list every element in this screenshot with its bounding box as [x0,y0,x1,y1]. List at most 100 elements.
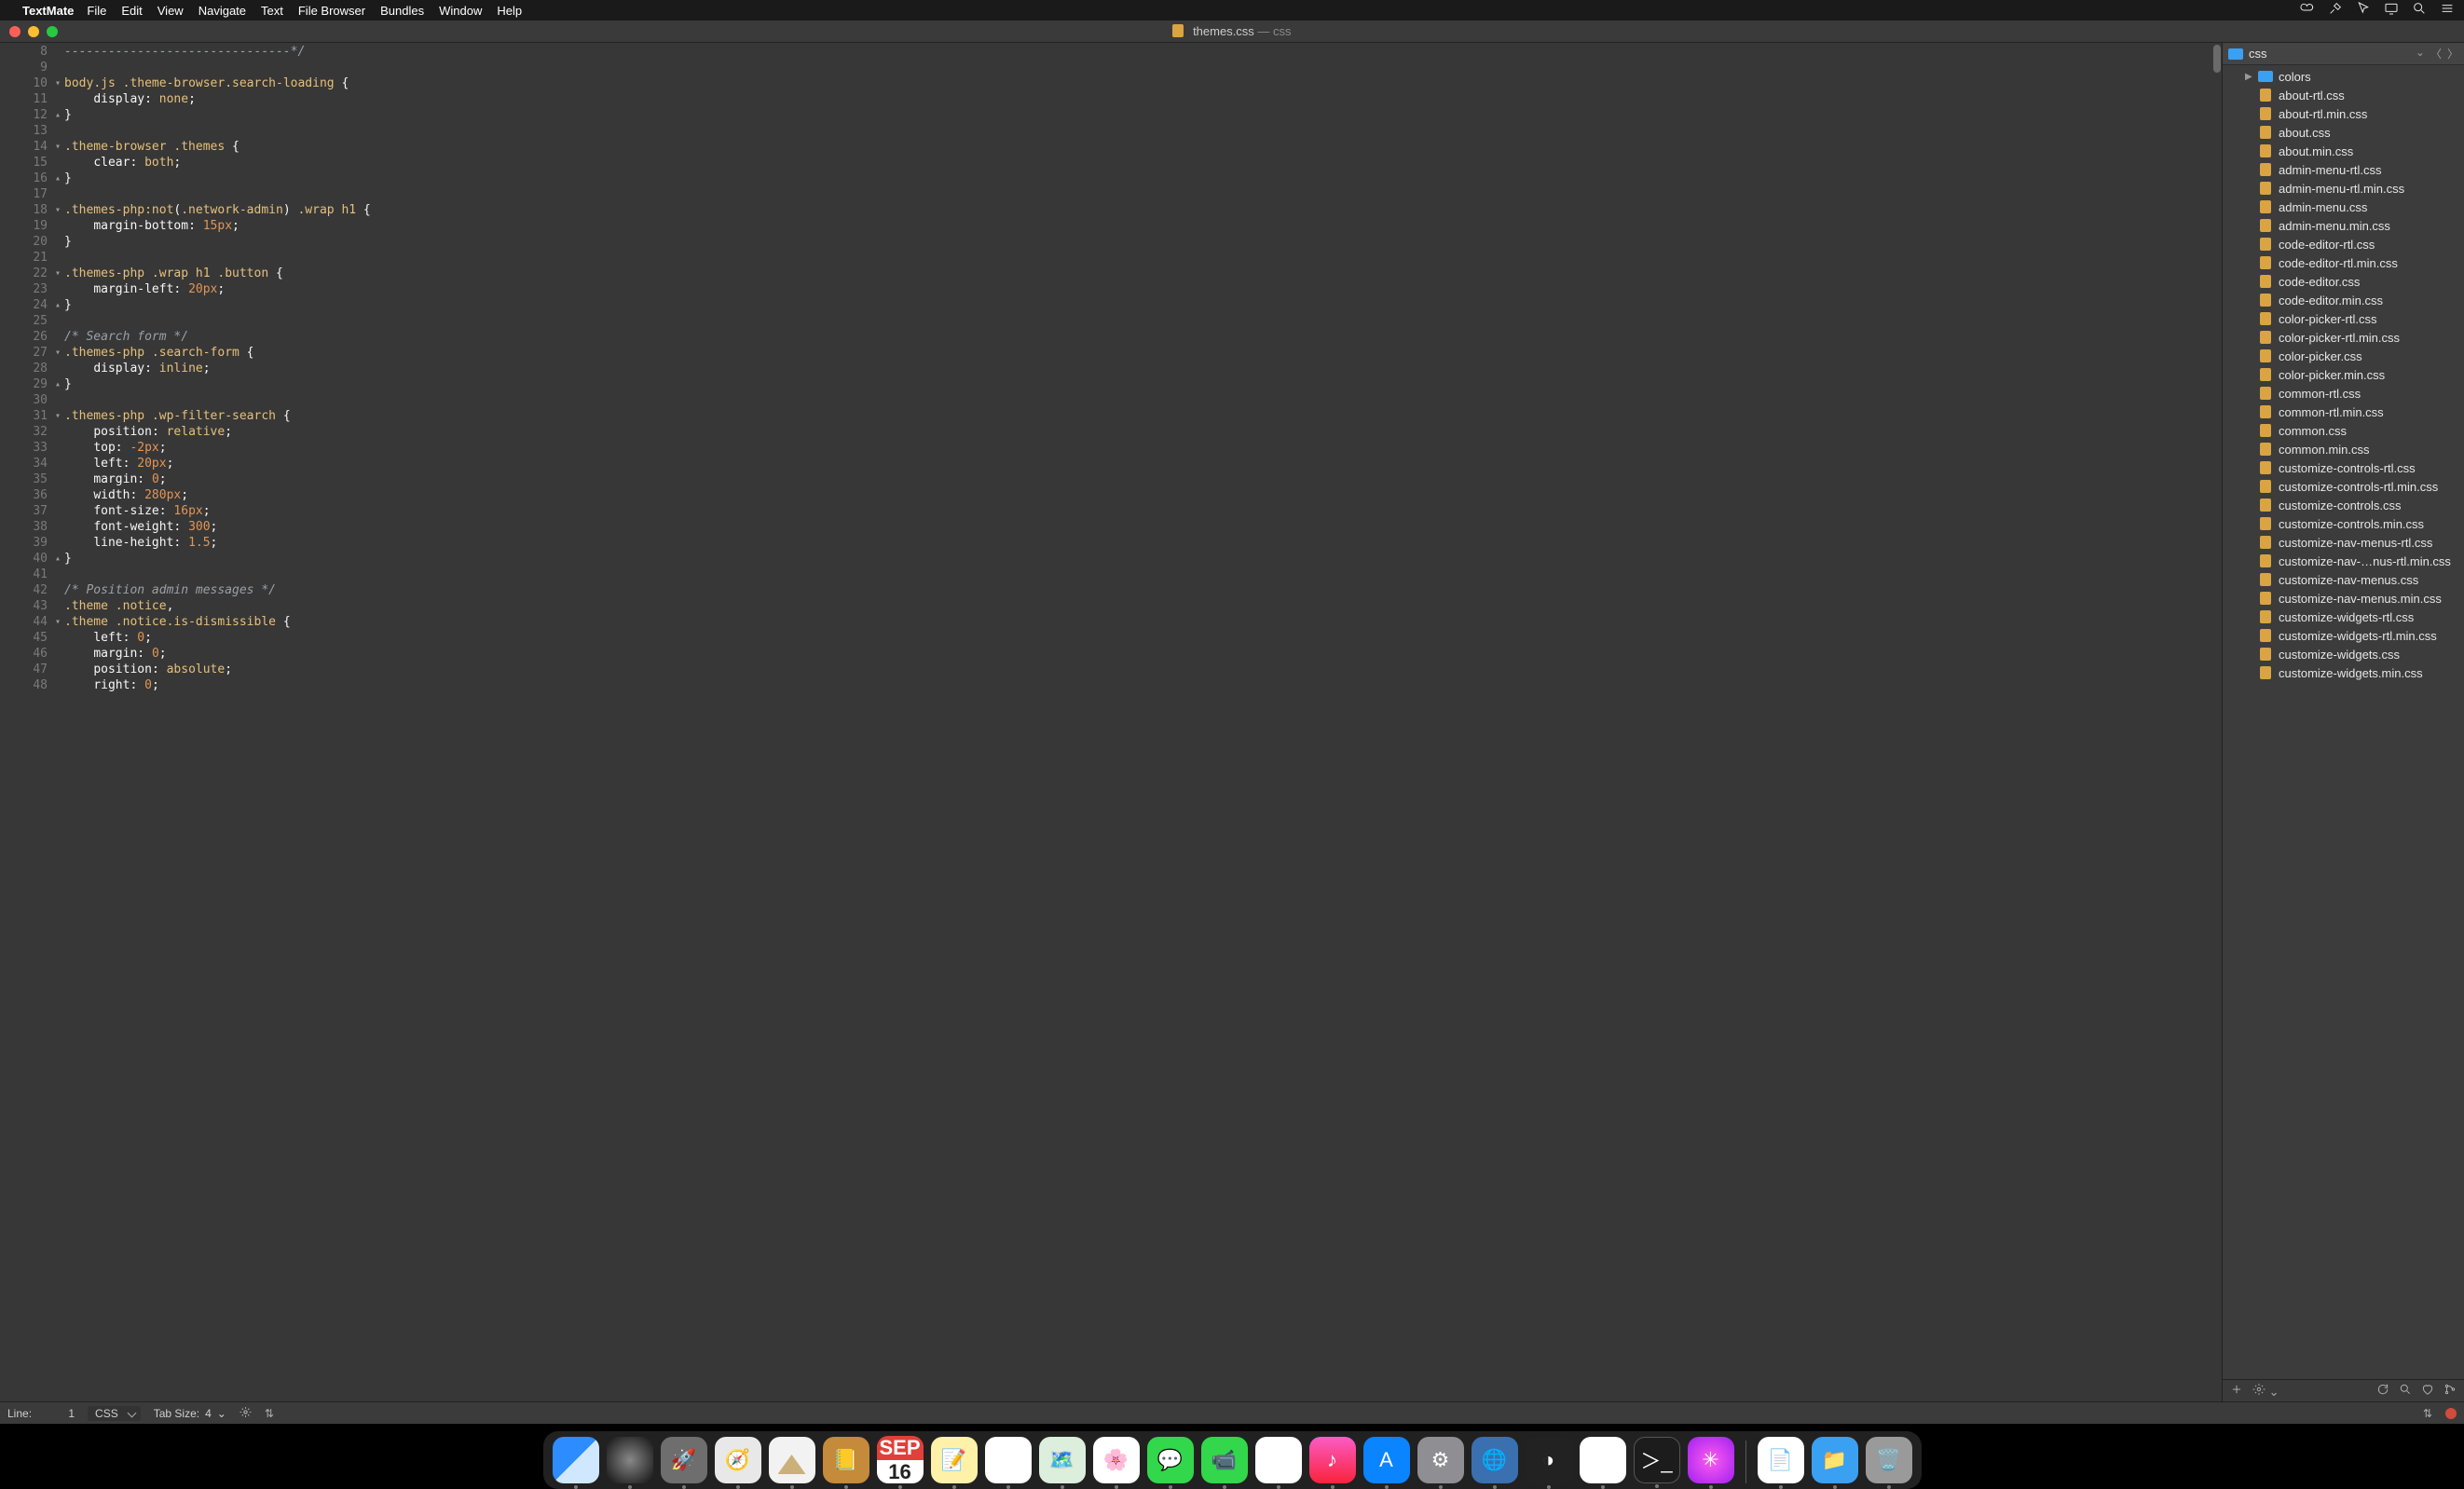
tree-file[interactable]: customize-widgets.min.css [2223,663,2464,682]
file-tree[interactable]: ▶colorsabout-rtl.cssabout-rtl.min.cssabo… [2223,65,2464,1379]
dock-finder[interactable] [553,1437,599,1483]
line-number[interactable]: 23 [0,281,51,297]
code-line[interactable]: display: none; [64,91,2212,107]
fold-toggle-icon[interactable]: ▴ [51,107,61,123]
code-line[interactable]: left: 0; [64,630,2212,646]
menu-help[interactable]: Help [497,4,522,18]
code-line[interactable]: } [64,376,2212,392]
nav-forward-icon[interactable]: 〉 [2447,46,2458,61]
line-number[interactable]: 15 [0,155,51,171]
code-line[interactable]: .theme .notice, [64,598,2212,614]
line-number[interactable]: 43 [0,598,51,614]
fold-toggle-icon[interactable]: ▴ [51,297,61,313]
line-number-gutter[interactable]: 8910▾1112▴1314▾1516▴1718▾19202122▾2324▴2… [0,43,51,1401]
code-line[interactable]: .themes-php .wrap h1 .button { [64,266,2212,281]
tree-file[interactable]: customize-controls-rtl.css [2223,458,2464,477]
line-number[interactable]: 13 [0,123,51,139]
line-number[interactable]: 31▾ [0,408,51,424]
tree-file[interactable]: admin-menu-rtl.min.css [2223,179,2464,198]
tree-file[interactable]: admin-menu.css [2223,198,2464,216]
code-line[interactable]: top: -2px; [64,440,2212,456]
fold-toggle-icon[interactable]: ▾ [51,614,61,630]
code-line[interactable]: -------------------------------*/ [64,44,2212,60]
code-line[interactable]: width: 280px; [64,487,2212,503]
tree-file[interactable]: customize-widgets-rtl.css [2223,608,2464,626]
line-number[interactable]: 33 [0,440,51,456]
fold-toggle-icon[interactable]: ▴ [51,171,61,186]
code-line[interactable] [64,392,2212,408]
menu-file-browser[interactable]: File Browser [298,4,365,18]
dock-terminal[interactable]: ＞_ [1634,1437,1680,1483]
fold-toggle-icon[interactable]: ▾ [51,202,61,218]
tree-file[interactable]: about-rtl.min.css [2223,104,2464,123]
fold-toggle-icon[interactable]: ▾ [51,345,61,361]
line-number[interactable]: 35 [0,471,51,487]
tool-icon[interactable] [2328,1,2343,20]
menu-view[interactable]: View [157,4,184,18]
line-number[interactable]: 28 [0,361,51,376]
tree-file[interactable]: color-picker-rtl.css [2223,309,2464,328]
code-line[interactable]: margin-left: 20px; [64,281,2212,297]
tree-file[interactable]: customize-nav-menus.min.css [2223,589,2464,608]
tree-file[interactable]: customize-controls-rtl.min.css [2223,477,2464,496]
tree-file[interactable]: common.css [2223,421,2464,440]
dock-app-dark[interactable]: ◑ [1526,1437,1572,1483]
tree-file[interactable]: color-picker-rtl.min.css [2223,328,2464,347]
dropdown-icon[interactable]: ⌄ [2416,46,2425,61]
code-line[interactable]: right: 0; [64,677,2212,693]
line-number[interactable]: 9 [0,60,51,75]
nav-back-icon[interactable]: 〈 [2430,46,2442,61]
tree-file[interactable]: common-rtl.css [2223,384,2464,403]
line-number[interactable]: 26 [0,329,51,345]
dock-app-knot[interactable]: ∞ [1580,1437,1626,1483]
bundle-gear-icon[interactable] [240,1406,252,1421]
screen-mirror-icon[interactable] [2384,1,2399,20]
fold-toggle-icon[interactable]: ▴ [51,376,61,392]
fold-toggle-icon[interactable]: ▾ [51,266,61,281]
dock-contacts[interactable]: 📒 [823,1437,869,1483]
tree-file[interactable]: admin-menu-rtl.css [2223,160,2464,179]
tree-file[interactable]: code-editor.min.css [2223,291,2464,309]
line-number[interactable]: 12▴ [0,107,51,123]
file-browser-header[interactable]: css ⌄ 〈 〉 [2223,43,2464,65]
window-titlebar[interactable]: themes.css — css [0,20,2464,43]
code-line[interactable] [64,567,2212,582]
tree-folder[interactable]: ▶colors [2223,67,2464,86]
line-number[interactable]: 11 [0,91,51,107]
tree-file[interactable]: common-rtl.min.css [2223,403,2464,421]
file-browser-root[interactable]: css [2249,47,2410,61]
menu-edit[interactable]: Edit [121,4,142,18]
line-number[interactable]: 16▴ [0,171,51,186]
chevron-down-icon[interactable]: ⌄ [217,1407,226,1420]
code-line[interactable]: margin: 0; [64,646,2212,662]
tree-file[interactable]: customize-nav-menus.css [2223,570,2464,589]
code-line[interactable]: /* Search form */ [64,329,2212,345]
code-line[interactable] [64,186,2212,202]
line-number[interactable]: 32 [0,424,51,440]
fold-toggle-icon[interactable]: ▾ [51,75,61,91]
tab-size[interactable]: Tab Size: 4 ⌄ [154,1407,226,1420]
dock-trash[interactable]: 🗑️ [1866,1437,1912,1483]
code-editor[interactable]: 8910▾1112▴1314▾1516▴1718▾19202122▾2324▴2… [0,43,2222,1401]
tree-file[interactable]: customize-widgets.css [2223,645,2464,663]
code-line[interactable]: line-height: 1.5; [64,535,2212,551]
tree-file[interactable]: admin-menu.min.css [2223,216,2464,235]
search-icon[interactable] [2399,1383,2412,1399]
dock-facetime[interactable]: 📹 [1201,1437,1248,1483]
code-line[interactable]: } [64,551,2212,567]
line-number[interactable]: 30 [0,392,51,408]
code-line[interactable]: .themes-php .search-form { [64,345,2212,361]
add-button[interactable] [2230,1383,2243,1399]
code-line[interactable]: } [64,107,2212,123]
app-name[interactable]: TextMate [22,4,74,18]
tree-file[interactable]: about-rtl.css [2223,86,2464,104]
line-number[interactable]: 29▴ [0,376,51,392]
code-line[interactable]: display: inline; [64,361,2212,376]
menu-file[interactable]: File [87,4,106,18]
tree-file[interactable]: color-picker.min.css [2223,365,2464,384]
code-line[interactable] [64,250,2212,266]
dock-recent-document[interactable]: 📄 [1758,1437,1804,1483]
scrollbar-thumb[interactable] [2213,45,2221,73]
code-line[interactable]: } [64,297,2212,313]
code-line[interactable]: left: 20px; [64,456,2212,471]
